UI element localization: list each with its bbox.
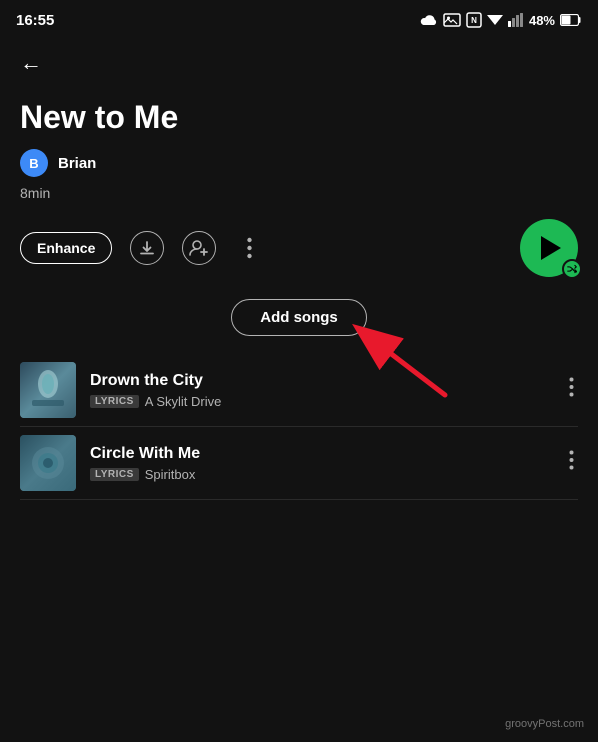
more-icon — [247, 237, 252, 259]
thumbnail-art-drown — [20, 362, 76, 418]
thumbnail-art-circle — [20, 435, 76, 491]
controls-row: Enhance — [20, 219, 578, 277]
main-content: New to Me B Brian 8min Enhance — [0, 84, 598, 277]
song-meta-2: LYRICS Spiritbox — [90, 467, 551, 482]
song-artist-1: A Skylit Drive — [145, 394, 222, 409]
play-icon — [541, 236, 561, 260]
add-songs-button[interactable]: Add songs — [231, 299, 367, 336]
song-meta-1: LYRICS A Skylit Drive — [90, 394, 551, 409]
song-thumbnail-1 — [20, 362, 76, 418]
song-list: Drown the City LYRICS A Skylit Drive — [0, 354, 598, 500]
avatar: B — [20, 149, 48, 177]
song-info-1: Drown the City LYRICS A Skylit Drive — [90, 372, 551, 409]
status-icons: N 48% — [420, 12, 582, 28]
more-options-button[interactable] — [234, 233, 264, 263]
song-item-2: Circle With Me LYRICS Spiritbox — [20, 427, 578, 500]
lyrics-badge-1: LYRICS — [90, 395, 139, 408]
watermark: groovyPost.com — [505, 718, 584, 730]
back-arrow-icon: ← — [20, 50, 42, 75]
song-title-2: Circle With Me — [90, 445, 551, 463]
signal-icon — [508, 13, 524, 27]
shuffle-icon — [567, 264, 577, 274]
add-friend-icon — [189, 239, 209, 257]
download-button[interactable] — [130, 231, 164, 265]
cloud-icon — [420, 13, 438, 27]
wifi-icon — [487, 13, 503, 27]
song-info-2: Circle With Me LYRICS Spiritbox — [90, 445, 551, 482]
nfc-icon: N — [466, 12, 482, 28]
lyrics-badge-2: LYRICS — [90, 468, 139, 481]
duration: 8min — [20, 185, 578, 201]
song-title-1: Drown the City — [90, 372, 551, 390]
song-more-2[interactable] — [565, 446, 578, 480]
back-button[interactable]: ← — [0, 36, 598, 84]
song-item-1: Drown the City LYRICS A Skylit Drive — [20, 354, 578, 427]
status-time: 16:55 — [16, 12, 54, 29]
svg-text:N: N — [471, 16, 477, 25]
song-thumbnail-2 — [20, 435, 76, 491]
add-friend-button[interactable] — [182, 231, 216, 265]
owner-row: B Brian — [20, 149, 578, 177]
shuffle-badge — [562, 259, 582, 279]
play-button-container — [520, 219, 578, 277]
owner-name: Brian — [58, 155, 96, 172]
playlist-title: New to Me — [20, 100, 578, 135]
song-artist-2: Spiritbox — [145, 467, 196, 482]
add-songs-row: Add songs — [0, 299, 598, 336]
song-more-1[interactable] — [565, 373, 578, 407]
download-icon — [138, 239, 156, 257]
status-bar: 16:55 N 48% — [0, 0, 598, 36]
battery-icon — [560, 14, 582, 26]
image-icon — [443, 13, 461, 27]
enhance-button[interactable]: Enhance — [20, 232, 112, 264]
battery-percentage: 48% — [529, 13, 555, 28]
